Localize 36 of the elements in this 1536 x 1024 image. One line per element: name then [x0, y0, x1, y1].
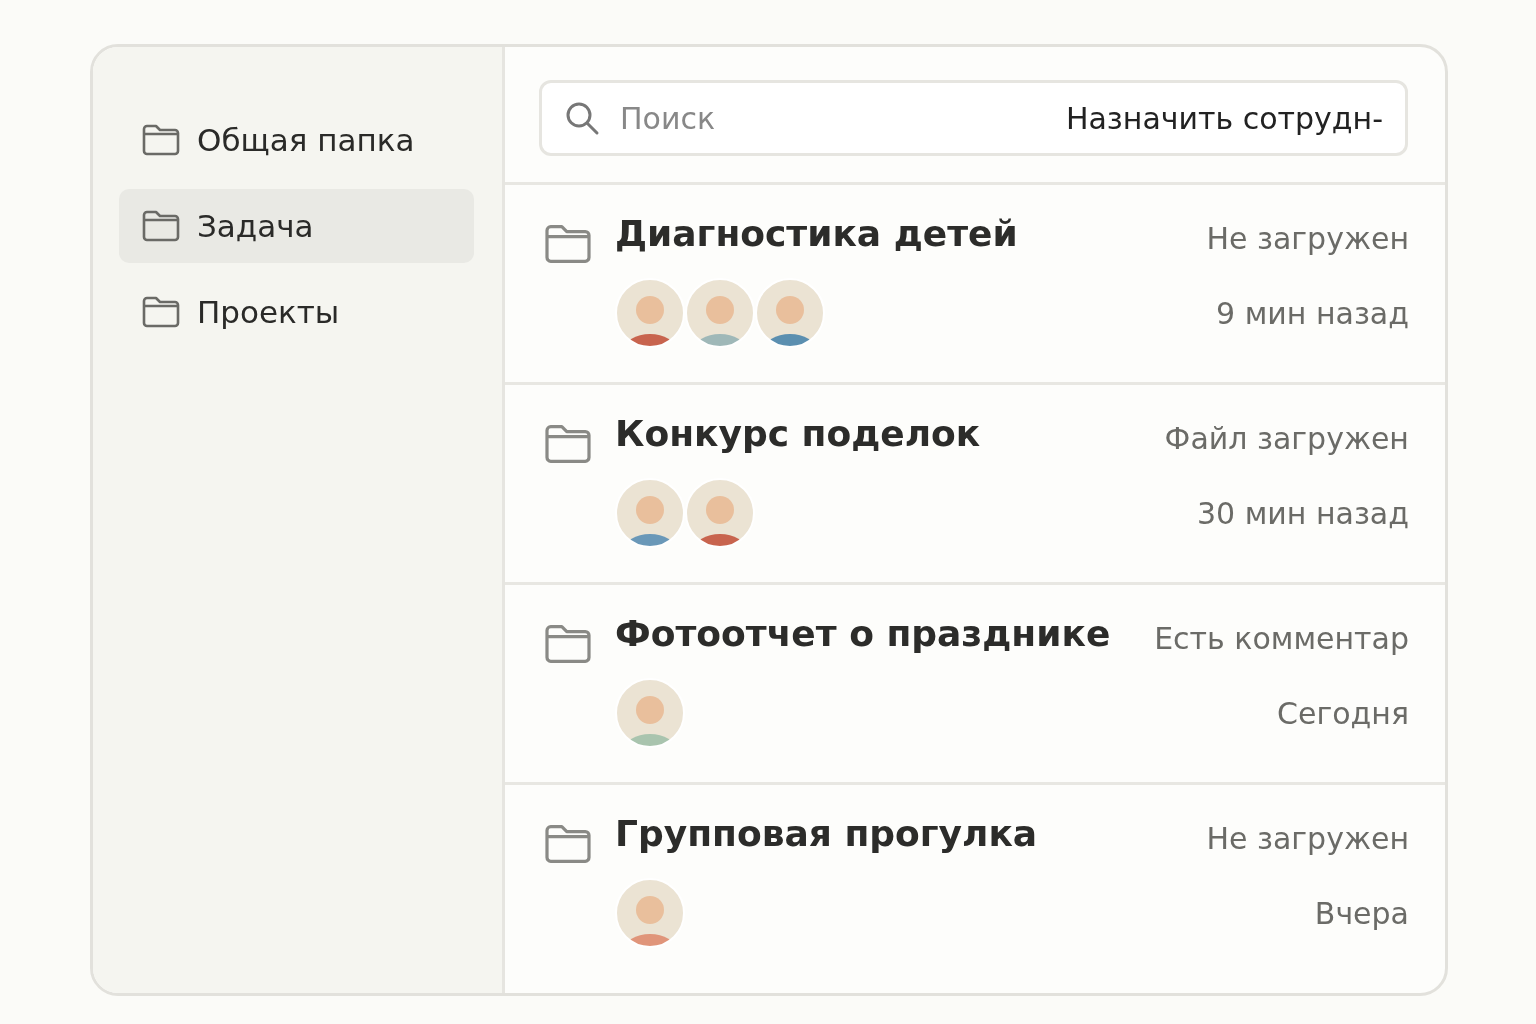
- task-title: Диагностика детей: [615, 213, 1019, 254]
- task-row[interactable]: Фотоотчет о празднике Есть комментар Сегодня: [505, 585, 1445, 785]
- sidebar-item[interactable]: Проекты: [119, 275, 474, 349]
- folder-icon: [543, 223, 593, 265]
- avatar-icon: [685, 478, 755, 548]
- avatar-icon: [615, 678, 685, 748]
- task-time: 30 мин назад: [1196, 496, 1409, 531]
- avatar-icon: [685, 278, 755, 348]
- task-time: Сегодня: [1277, 696, 1409, 731]
- search-field[interactable]: Поиск Назначить сотрудн-: [539, 80, 1408, 156]
- task-time: Вчера: [1314, 896, 1409, 931]
- task-time: 9 мин назад: [1216, 296, 1409, 331]
- folder-icon: [141, 123, 181, 157]
- sidebar-item[interactable]: Задача: [119, 189, 474, 263]
- task-title: Фотоотчет о празднике: [615, 613, 1112, 654]
- avatar-icon: [615, 878, 685, 948]
- folder-icon: [543, 623, 593, 665]
- task-status: Есть комментар: [1154, 621, 1409, 656]
- avatar-icon: [615, 478, 685, 548]
- task-row[interactable]: Диагностика детей Не загружен 9 мин назад: [505, 185, 1445, 385]
- task-title: Групповая прогулка: [615, 813, 1039, 854]
- folder-icon: [141, 209, 181, 243]
- search-icon: [564, 100, 600, 136]
- task-status: Не загружен: [1206, 821, 1409, 856]
- task-status: Не загружен: [1206, 221, 1409, 256]
- folder-icon: [141, 295, 181, 329]
- folder-icon: [543, 823, 593, 865]
- folder-icon: [543, 423, 593, 465]
- task-row[interactable]: Конкурс поделок Файл загружен 30 мин назад: [505, 385, 1445, 585]
- task-status: Файл загружен: [1164, 421, 1409, 456]
- sidebar-item[interactable]: Общая папка: [119, 103, 474, 177]
- avatar-icon: [615, 278, 685, 348]
- task-row[interactable]: Групповая прогулка Не загружен Вчера: [505, 785, 1445, 985]
- task-title: Конкурс поделок: [615, 413, 982, 454]
- avatar-icon: [755, 278, 825, 348]
- assign-employee-button[interactable]: Назначить сотрудн-: [1065, 100, 1383, 136]
